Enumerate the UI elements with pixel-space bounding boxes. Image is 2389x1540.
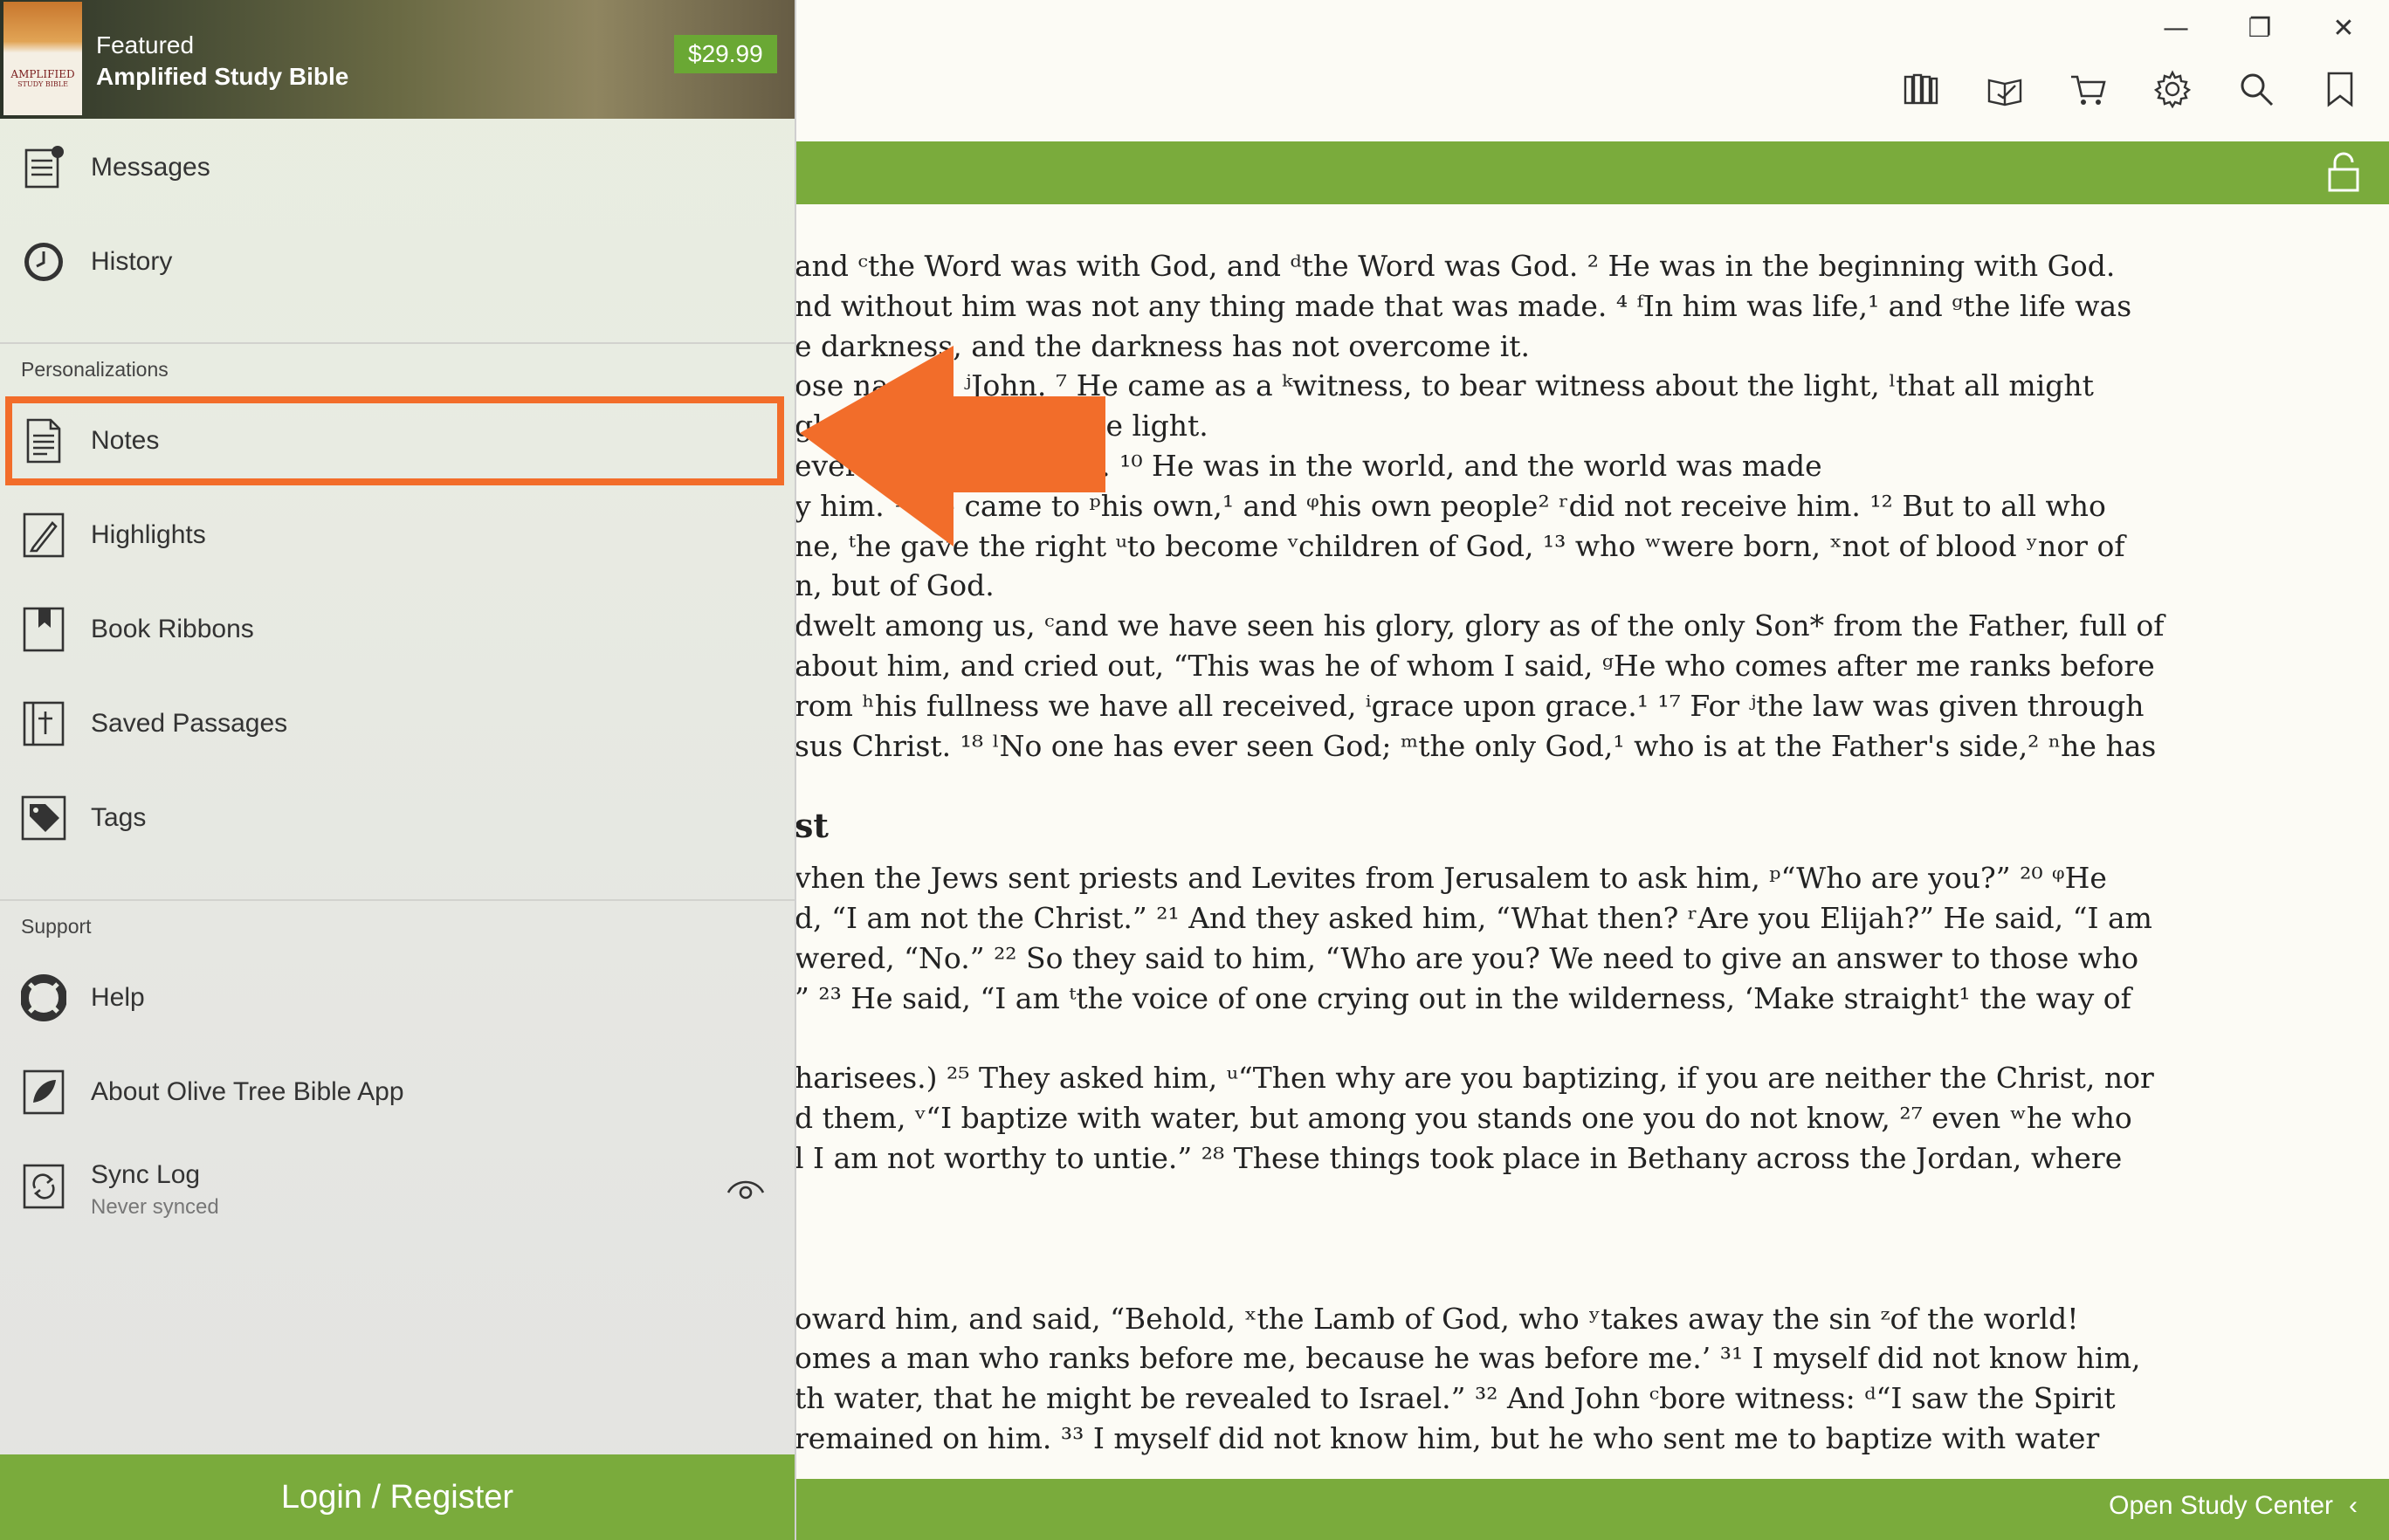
menu-item-saved-passages[interactable]: Saved Passages bbox=[0, 680, 795, 767]
verse-line: d, “I am not the Christ.” ²¹ And they as… bbox=[795, 901, 2152, 936]
price-button[interactable]: $29.99 bbox=[674, 35, 777, 73]
verse-line: nd without him was not any thing made th… bbox=[795, 288, 2132, 323]
sync-status: Never synced bbox=[91, 1195, 219, 1219]
menu-label: Sync Log bbox=[91, 1160, 201, 1189]
menu-label: Highlights bbox=[91, 520, 206, 549]
verse-line: about him, and cried out, “This was he o… bbox=[795, 648, 2155, 683]
verse-line: rom ʰhis fullness we have all received, … bbox=[795, 688, 2145, 723]
login-register-button[interactable]: Login / Register bbox=[0, 1454, 795, 1540]
sync-icon bbox=[21, 1162, 66, 1211]
verse-line: oward him, and said, “Behold, ˣthe Lamb … bbox=[795, 1301, 2079, 1336]
menu-label: Help bbox=[91, 983, 145, 1012]
ribbon-icon bbox=[21, 605, 66, 654]
main-toolbar bbox=[1900, 68, 2361, 110]
featured-title: Amplified Study Bible bbox=[96, 63, 349, 90]
open-study-center-button[interactable]: Open Study Center ‹ bbox=[2093, 1491, 2358, 1521]
menu-label: Tags bbox=[91, 803, 147, 832]
menu-label: Messages bbox=[91, 153, 210, 182]
chevron-left-icon: ‹ bbox=[2349, 1491, 2358, 1520]
settings-gear-icon[interactable] bbox=[2151, 68, 2193, 110]
verse-line: n, but of God. bbox=[795, 568, 995, 603]
verse-line: remained on him. ³³ I myself did not kno… bbox=[795, 1420, 2100, 1455]
unlock-icon[interactable] bbox=[2324, 152, 2363, 194]
menu-item-help[interactable]: Help bbox=[0, 954, 795, 1042]
navigation-drawer: AMPLIFIED STUDY BIBLE Featured Amplified… bbox=[0, 0, 796, 1540]
menu-item-about[interactable]: About Olive Tree Bible App bbox=[0, 1048, 795, 1136]
saved-passage-icon bbox=[21, 699, 66, 748]
menu-label: History bbox=[91, 247, 173, 276]
section-title-support: Support bbox=[21, 915, 92, 938]
menu-item-messages[interactable]: Messages bbox=[0, 124, 795, 211]
verse-line: sus Christ. ¹⁸ ˡNo one has ever seen God… bbox=[795, 728, 2157, 763]
messages-icon bbox=[21, 143, 66, 192]
menu-item-sync-log[interactable]: Sync Log Never synced bbox=[0, 1143, 795, 1230]
cover-subtitle: STUDY BIBLE bbox=[17, 80, 68, 88]
window-controls: — ❐ ✕ bbox=[2151, 9, 2368, 47]
verse-line: th water, that he might be revealed to I… bbox=[795, 1381, 2116, 1416]
tag-icon bbox=[21, 794, 66, 842]
menu-item-highlights[interactable]: Highlights bbox=[0, 492, 795, 579]
menu-label: Book Ribbons bbox=[91, 615, 254, 643]
featured-banner[interactable]: AMPLIFIED STUDY BIBLE Featured Amplified… bbox=[0, 0, 795, 119]
restore-button[interactable]: ❐ bbox=[2235, 9, 2284, 47]
open-study-center-label: Open Study Center bbox=[2109, 1491, 2333, 1520]
verse-line: dwelt among us, ᶜand we have seen his gl… bbox=[795, 608, 2165, 643]
login-register-label: Login / Register bbox=[280, 1478, 514, 1516]
featured-kicker: Featured bbox=[96, 31, 195, 58]
lifebuoy-icon bbox=[21, 973, 66, 1022]
cover-title: AMPLIFIED bbox=[10, 68, 75, 80]
verse-line: harisees.) ²⁵ They asked him, ᵘ“Then why… bbox=[795, 1061, 2154, 1096]
notes-highlight-box bbox=[5, 396, 784, 485]
featured-book-cover: AMPLIFIED STUDY BIBLE bbox=[3, 2, 82, 115]
highlight-pen-icon bbox=[21, 511, 66, 560]
reading-plan-icon[interactable] bbox=[1984, 68, 2026, 110]
store-cart-icon[interactable] bbox=[2068, 68, 2110, 110]
bookmark-icon[interactable] bbox=[2319, 68, 2361, 110]
verse-line: vhen the Jews sent priests and Levites f… bbox=[795, 861, 2107, 896]
eye-icon[interactable] bbox=[725, 1170, 767, 1205]
clock-icon bbox=[21, 237, 66, 286]
verse-line: ” ²³ He said, “I am ᵗthe voice of one cr… bbox=[795, 980, 2131, 1015]
search-icon[interactable] bbox=[2235, 68, 2277, 110]
menu-label: Saved Passages bbox=[91, 709, 288, 738]
verse-line: and ᶜthe Word was with God, and ᵈthe Wor… bbox=[795, 249, 2116, 283]
section-title-personalizations: Personalizations bbox=[21, 358, 169, 381]
library-icon[interactable] bbox=[1900, 68, 1942, 110]
verse-line: omes a man who ranks before me, because … bbox=[795, 1341, 2141, 1376]
olive-leaf-icon bbox=[21, 1068, 66, 1117]
verse-line: l I am not worthy to untie.” ²⁸ These th… bbox=[795, 1140, 2123, 1175]
menu-label: About Olive Tree Bible App bbox=[91, 1077, 404, 1106]
menu-item-book-ribbons[interactable]: Book Ribbons bbox=[0, 586, 795, 673]
menu-item-tags[interactable]: Tags bbox=[0, 774, 795, 862]
annotation-arrow-icon bbox=[800, 346, 1105, 547]
section-heading: st bbox=[795, 806, 829, 846]
verse-line: d them, ᵛ“I baptize with water, but amon… bbox=[795, 1101, 2132, 1136]
divider bbox=[0, 342, 795, 344]
close-button[interactable]: ✕ bbox=[2319, 9, 2368, 47]
minimize-button[interactable]: — bbox=[2151, 9, 2200, 47]
divider bbox=[0, 899, 795, 901]
menu-item-history[interactable]: History bbox=[0, 218, 795, 306]
verse-line: wered, “No.” ²² So they said to him, “Wh… bbox=[795, 940, 2139, 975]
